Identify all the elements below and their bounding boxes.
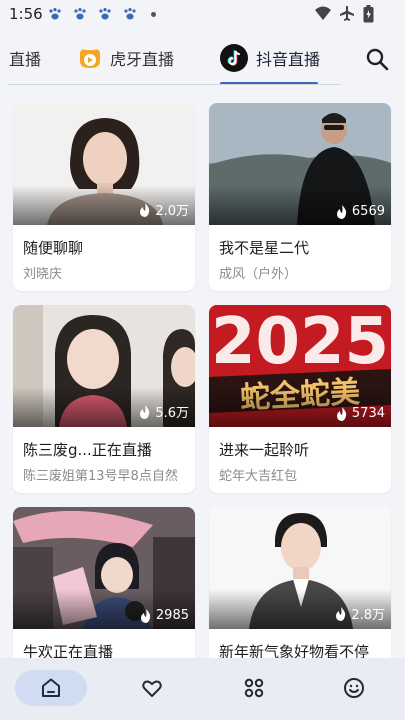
viewer-count-text: 6569 <box>351 204 385 219</box>
nav-favorites[interactable] <box>116 670 188 706</box>
stream-thumbnail: 5.6万 <box>13 305 195 427</box>
paw-notification-icon <box>99 8 111 20</box>
tab-label: 直播 <box>9 50 42 69</box>
room-title: 陈三废g...正在直播 <box>23 441 152 459</box>
viewer-count: 2.8万 <box>335 604 385 623</box>
huya-logo-icon <box>80 49 100 68</box>
viewer-count-text: 2.0万 <box>155 204 189 219</box>
douyin-logo-icon <box>220 44 248 72</box>
wifi-icon <box>315 6 331 20</box>
flame-icon <box>140 202 150 217</box>
search-icon[interactable] <box>364 46 390 72</box>
flame-icon <box>336 406 347 421</box>
paw-notification-icon <box>74 8 86 20</box>
streamer-name: 陈三废姐第13号早8点自然 <box>23 469 178 484</box>
stream-thumbnail: 6569 <box>209 103 391 225</box>
status-time: 1:56 <box>9 5 43 23</box>
stream-thumbnail: 2985 <box>13 507 195 629</box>
tab-label: 抖音直播 <box>256 50 321 69</box>
flame-icon <box>336 204 347 219</box>
viewer-count: 6569 <box>336 204 385 219</box>
room-title: 我不是星二代 <box>219 239 310 257</box>
thumb-year-text: 2025 <box>211 305 389 379</box>
streamer-name: 成风（户外） <box>219 267 298 282</box>
streamer-name: 刘晓庆 <box>23 267 63 282</box>
battery-icon <box>363 5 374 23</box>
home-icon <box>42 678 60 697</box>
nav-categories[interactable] <box>218 670 290 706</box>
platform-tab-bar: 直播 虎牙直播 抖音直播 <box>0 36 405 86</box>
viewer-count-text: 2.8万 <box>351 608 385 623</box>
bottom-navigation <box>0 658 405 720</box>
airplane-mode-icon <box>340 6 354 21</box>
viewer-count: 5.6万 <box>139 402 189 421</box>
nav-home[interactable] <box>15 670 87 706</box>
live-room-card[interactable]: 6569 我不是星二代 成风（户外） <box>209 103 391 291</box>
viewer-count-text: 2985 <box>155 608 189 623</box>
more-notifications-dot <box>151 12 156 17</box>
tab-label: 虎牙直播 <box>110 50 175 69</box>
heart-icon <box>142 680 162 697</box>
live-room-card[interactable]: 2.0万 随便聊聊 刘晓庆 <box>13 103 195 291</box>
room-title: 进来一起聆听 <box>219 441 310 459</box>
tab-douyin-live[interactable]: 抖音直播 <box>220 36 320 80</box>
streamer-name: 蛇年大吉红包 <box>219 469 298 484</box>
status-bar: 1:56 <box>0 0 405 30</box>
stream-thumbnail: 2.8万 <box>209 507 391 629</box>
stream-thumbnail: 2.0万 <box>13 103 195 225</box>
flame-icon <box>140 608 151 623</box>
nav-profile[interactable] <box>318 670 390 706</box>
viewer-count: 2.0万 <box>139 200 189 219</box>
viewer-count-text: 5.6万 <box>155 406 189 421</box>
stream-thumbnail: 2025 蛇全蛇美 5734 <box>209 305 391 427</box>
smile-icon <box>344 678 364 698</box>
paw-notification-icon <box>124 8 136 20</box>
live-room-card[interactable]: 2025 蛇全蛇美 5734 进来一起聆听 蛇年大吉红包 <box>209 305 391 493</box>
viewer-count: 2985 <box>140 608 189 623</box>
tab-huya-live[interactable]: 虎牙直播 <box>78 36 174 80</box>
flame-icon <box>336 606 346 621</box>
room-title: 随便聊聊 <box>23 239 84 257</box>
tab-divider <box>8 84 341 85</box>
flame-icon <box>140 404 150 419</box>
viewer-count-text: 5734 <box>351 406 385 421</box>
grid-icon <box>244 678 264 698</box>
viewer-count: 5734 <box>336 406 385 421</box>
paw-notification-icon <box>49 8 61 20</box>
tab-live-partial[interactable]: 直播 <box>9 36 41 80</box>
live-room-card[interactable]: 5.6万 陈三废g...正在直播 陈三废姐第13号早8点自然 <box>13 305 195 493</box>
